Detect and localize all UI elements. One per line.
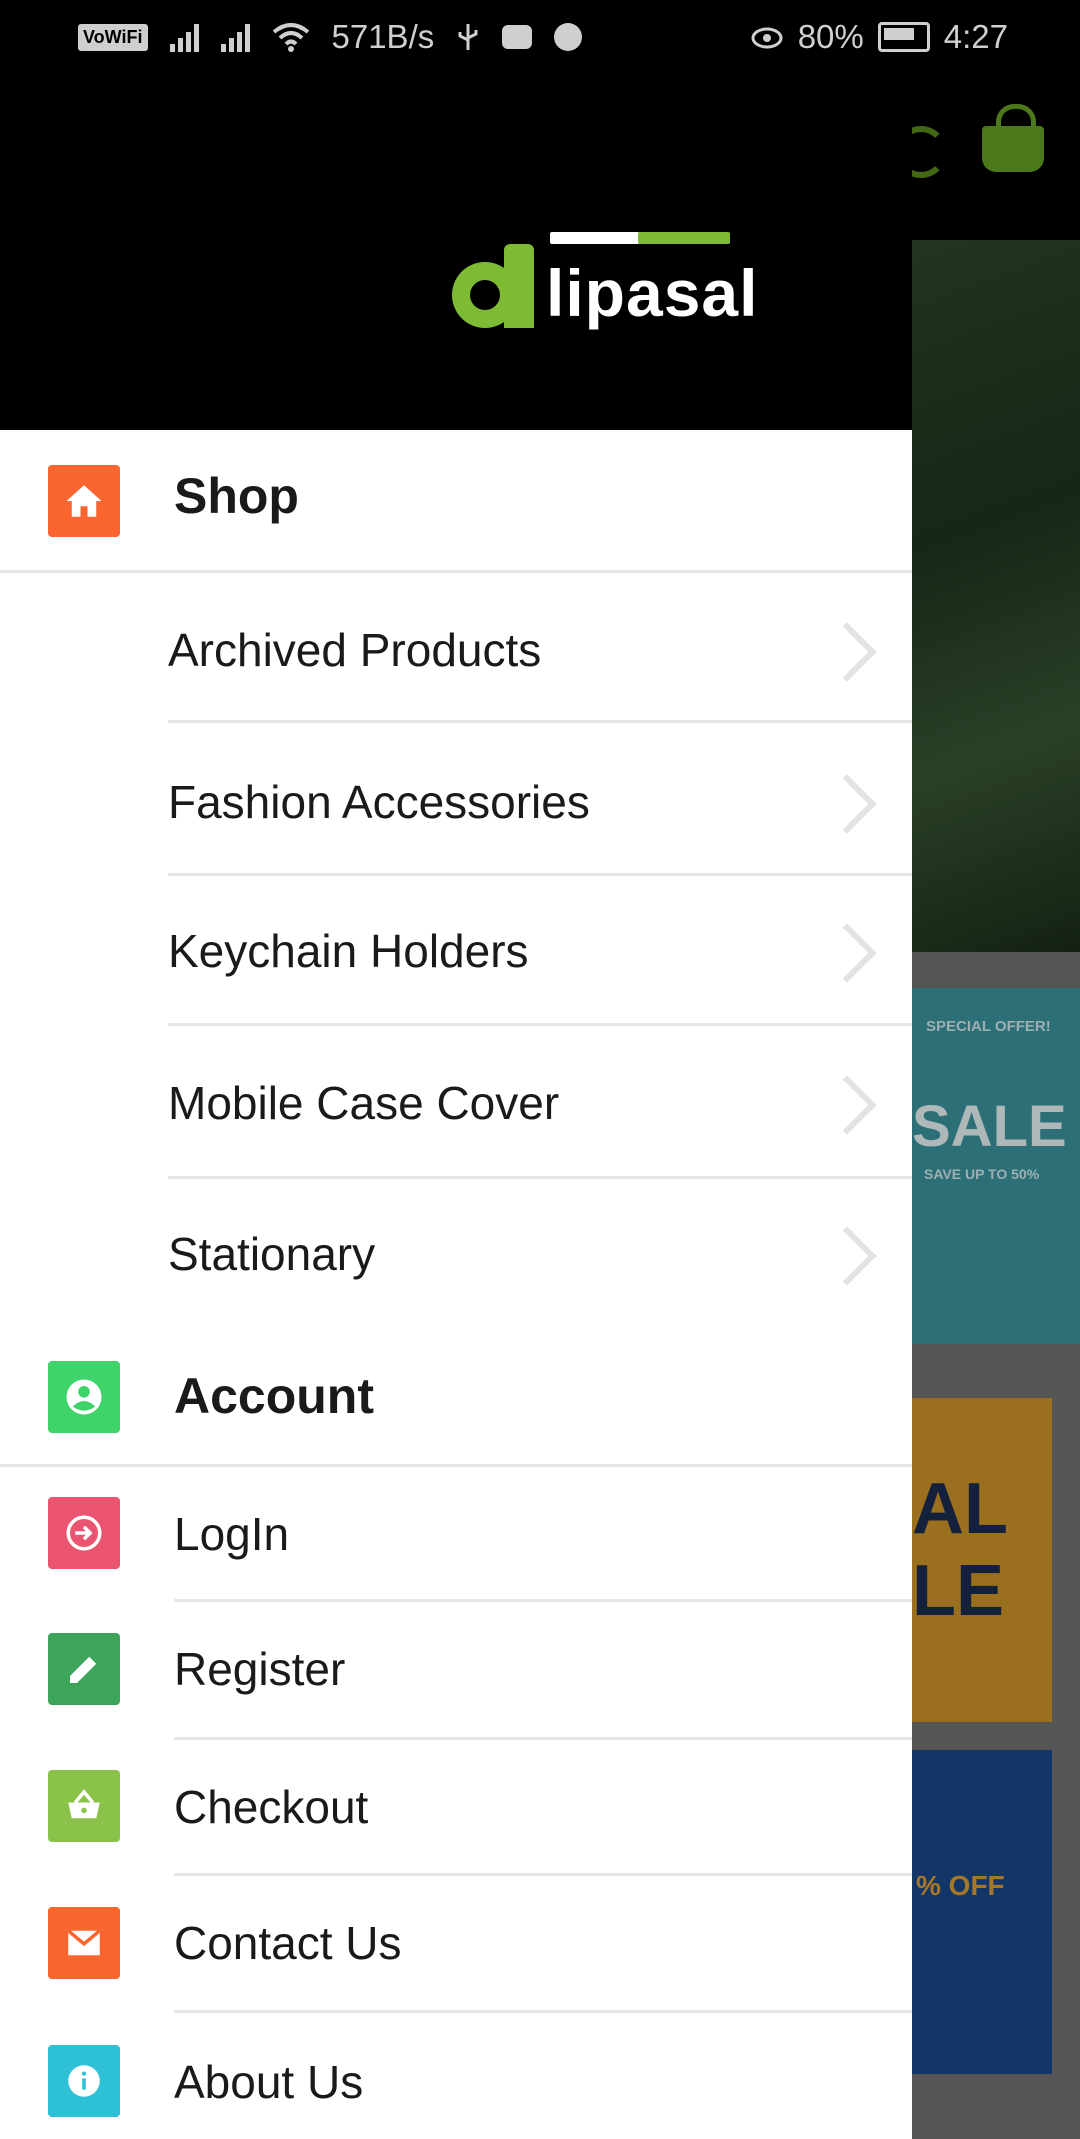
logo-bar-white [550, 232, 640, 244]
wifi-icon [272, 23, 309, 52]
category-item-stationary[interactable]: Stationary [0, 1179, 912, 1329]
info-icon [68, 2065, 100, 2097]
register-icon-box [48, 1633, 120, 1705]
category-item-mobile-case-cover[interactable]: Mobile Case Cover [0, 1026, 912, 1178]
logo-bar-green [638, 232, 730, 244]
checkout-label: Checkout [174, 1781, 369, 1833]
menu-item-register[interactable]: Register [0, 1602, 912, 1738]
clock: 4:27 [943, 18, 1008, 55]
contact-label: Contact Us [174, 1917, 402, 1969]
register-label: Register [174, 1643, 346, 1695]
shop-section-label: Shop [174, 468, 299, 524]
account-section-label: Account [174, 1368, 374, 1424]
status-bar-left: VoWiFi 571B/s [78, 18, 583, 56]
checkout-icon-box [48, 1770, 120, 1842]
drawer-header: lipasal [0, 74, 912, 433]
eye-comfort-icon [751, 27, 783, 49]
skype-icon [554, 23, 583, 51]
navigation-drawer: lipasal Shop Archived Products Fashion A… [0, 74, 912, 2139]
category-item-keychain-holders[interactable]: Keychain Holders [0, 876, 912, 1026]
status-bar: VoWiFi 571B/s 80% 4:27 [0, 0, 1080, 74]
login-icon-box [48, 1497, 120, 1569]
category-label: Stationary [168, 1228, 376, 1280]
battery-icon [877, 22, 930, 52]
category-label: Mobile Case Cover [168, 1077, 560, 1129]
basket-icon [68, 1789, 100, 1819]
menu-item-checkout[interactable]: Checkout [0, 1740, 912, 1874]
chevron-right-icon [817, 1075, 877, 1135]
chevron-right-icon [817, 923, 877, 983]
login-label: LogIn [174, 1508, 290, 1560]
account-icon-box [48, 1361, 120, 1433]
login-icon [66, 1515, 102, 1551]
pencil-icon [70, 1656, 97, 1683]
about-icon-box [48, 2045, 120, 2117]
home-icon [66, 485, 102, 517]
app-logo: lipasal [452, 232, 757, 354]
category-item-archived-products[interactable]: Archived Products [0, 573, 912, 723]
chevron-right-icon [817, 774, 877, 834]
chevron-right-icon [817, 622, 877, 682]
category-label: Keychain Holders [168, 925, 529, 977]
logo-text: lipasal [546, 256, 759, 330]
menu-item-contact-us[interactable]: Contact Us [0, 1876, 912, 2012]
category-item-fashion-accessories[interactable]: Fashion Accessories [0, 723, 912, 875]
contact-icon-box [48, 1907, 120, 1979]
vowifi-indicator: VoWiFi [78, 23, 148, 51]
network-speed: 571B/s [331, 18, 435, 55]
menu-item-login[interactable]: LogIn [0, 1467, 912, 1601]
about-label: About Us [174, 2056, 364, 2108]
account-circle-icon [66, 1379, 102, 1415]
usb-icon [458, 24, 478, 50]
signal-icon-2 [220, 22, 250, 52]
category-label: Archived Products [168, 624, 542, 676]
shop-icon-box [48, 465, 120, 537]
battery-percent: 80% [797, 18, 864, 55]
shop-section-header[interactable]: Shop [0, 430, 912, 572]
menu-item-about-us[interactable]: About Us [0, 2013, 912, 2139]
chevron-right-icon [817, 1226, 877, 1286]
signal-icon [169, 22, 199, 52]
status-bar-right: 80% 4:27 [750, 18, 1008, 56]
mail-icon [67, 1929, 101, 1956]
youtube-icon [502, 25, 533, 49]
category-label: Fashion Accessories [168, 776, 590, 828]
account-section-header[interactable]: Account [0, 1329, 912, 1467]
logo-letter [452, 234, 534, 330]
